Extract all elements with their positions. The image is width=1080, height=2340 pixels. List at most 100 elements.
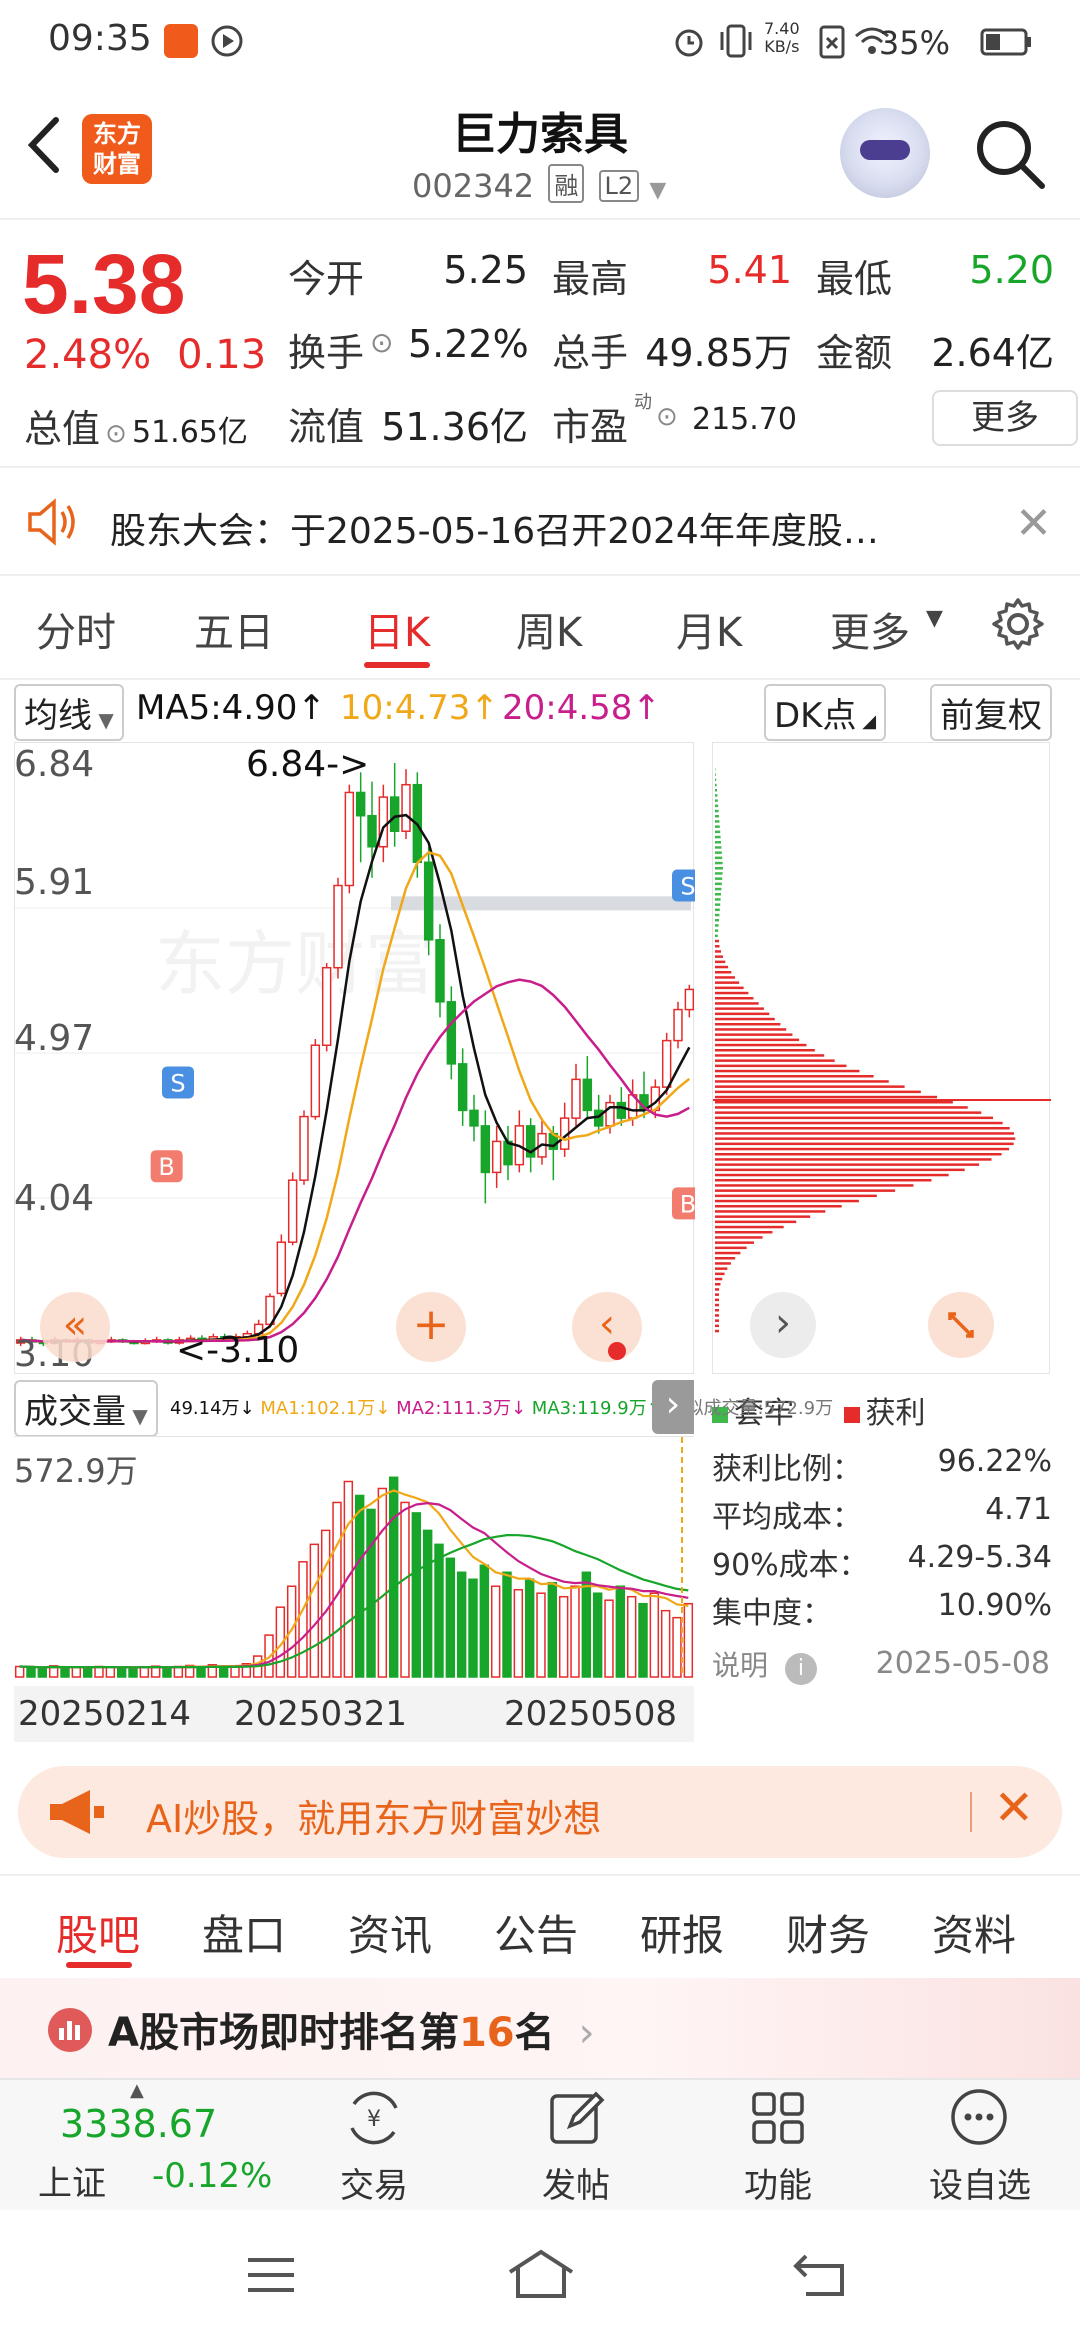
bottom-nav-item-1[interactable]: 发帖 bbox=[506, 2158, 646, 2207]
tab-0[interactable]: 分时 bbox=[36, 600, 116, 658]
chip-bar bbox=[715, 991, 749, 995]
chip-bar bbox=[715, 1132, 1014, 1135]
price-tick-3: 4.04 bbox=[14, 1178, 95, 1219]
more-tabs-triangle-icon: ▼ bbox=[926, 606, 943, 631]
zoom-in-icon[interactable]: + bbox=[396, 1292, 466, 1362]
turnover-info-icon[interactable]: ⊙ bbox=[370, 326, 393, 359]
chip-bar bbox=[715, 1220, 797, 1224]
gear-icon[interactable] bbox=[990, 596, 1046, 652]
close-icon[interactable]: ✕ bbox=[994, 1780, 1034, 1836]
volume-bar bbox=[626, 1595, 637, 1678]
candle-body bbox=[299, 1115, 309, 1181]
stat-label: 集中度： bbox=[712, 1596, 832, 1631]
chip-bar bbox=[715, 773, 716, 776]
ai-banner[interactable]: AI炒股，就用东方财富妙想 ✕ bbox=[18, 1766, 1062, 1858]
info-dots-icon[interactable]: ⊙ bbox=[105, 419, 127, 449]
clock: 09:35 bbox=[48, 18, 152, 59]
volume-label: 总手 bbox=[552, 331, 629, 375]
volume-max-label: 572.9万 bbox=[14, 1452, 138, 1490]
search-icon[interactable] bbox=[972, 116, 1048, 192]
chip-distribution[interactable] bbox=[712, 742, 1051, 1374]
back-nav-icon[interactable] bbox=[792, 2252, 852, 2298]
notice-bar[interactable]: 股东大会：于2025-05-16召开2024年年度股… ✕ bbox=[0, 466, 1080, 576]
assistant-avatar[interactable] bbox=[840, 108, 930, 198]
function-icon bbox=[748, 2088, 808, 2148]
expand-indicators-icon[interactable]: › bbox=[652, 1380, 694, 1434]
trade-mark-label-3: B bbox=[680, 1190, 695, 1218]
chip-bar bbox=[715, 851, 722, 854]
volume-bar bbox=[71, 1666, 82, 1678]
chip-bar bbox=[715, 1002, 759, 1005]
more-button[interactable]: 更多 bbox=[932, 390, 1078, 446]
menu-icon[interactable] bbox=[244, 2254, 298, 2296]
alarm-icon bbox=[672, 24, 706, 58]
chip-bar bbox=[715, 903, 721, 906]
kline-chart[interactable]: 东方财富 S B S B bbox=[14, 742, 695, 1374]
volume-current: 49.14万↓ bbox=[170, 1398, 255, 1419]
volume-bar bbox=[60, 1666, 70, 1678]
pe-dynamic-sup: 动 bbox=[634, 392, 652, 413]
volume-bar bbox=[502, 1571, 512, 1678]
index-value[interactable]: 3338.67 bbox=[60, 2102, 217, 2146]
tab-2[interactable]: 日K bbox=[364, 600, 430, 658]
bottom-tab-1[interactable]: 盘口 bbox=[202, 1902, 286, 1963]
chip-bar bbox=[715, 1023, 781, 1026]
volume-bar bbox=[547, 1581, 558, 1678]
bottom-tab-0[interactable]: 股吧 bbox=[56, 1902, 140, 1963]
volume-bar bbox=[26, 1666, 36, 1678]
bottom-tab-3[interactable]: 公告 bbox=[494, 1902, 578, 1963]
low-marker: <-3.10 bbox=[176, 1330, 300, 1371]
amount-value: 2.64亿 bbox=[931, 331, 1054, 375]
close-icon[interactable]: ✕ bbox=[1015, 498, 1052, 549]
bottom-nav-item-0[interactable]: 交易 bbox=[304, 2158, 444, 2207]
stock-code: 002342 bbox=[412, 167, 535, 205]
chip-bar bbox=[715, 804, 719, 808]
volume-bar bbox=[82, 1667, 93, 1678]
rank-number: 16 bbox=[458, 2010, 515, 2056]
chip-bar bbox=[715, 913, 720, 917]
explain-row[interactable]: 说明 i bbox=[712, 1644, 817, 1685]
chip-bar bbox=[715, 809, 719, 813]
scroll-left-icon[interactable]: ‹ bbox=[572, 1292, 642, 1362]
pe-info-icon[interactable]: ⊙ bbox=[656, 402, 678, 432]
expand-icon[interactable] bbox=[928, 1292, 994, 1358]
adjust-button[interactable]: 前复权 bbox=[930, 684, 1052, 741]
tab-1[interactable]: 五日 bbox=[194, 600, 274, 658]
tab-5[interactable]: 更多 bbox=[830, 600, 910, 658]
scroll-left-fast-icon[interactable]: « bbox=[40, 1292, 110, 1362]
home-icon[interactable] bbox=[506, 2248, 576, 2300]
chip-bar bbox=[715, 997, 754, 1000]
chip-bar bbox=[715, 783, 717, 787]
date-tick-end: 20250508 bbox=[504, 1694, 678, 1734]
chip-bar bbox=[715, 1064, 847, 1068]
chip-bar bbox=[715, 1163, 980, 1166]
volume-bar bbox=[615, 1585, 626, 1678]
bottom-nav-item-2[interactable]: 功能 bbox=[708, 2158, 848, 2207]
vibrate-icon bbox=[716, 22, 756, 60]
bottom-tab-4[interactable]: 研报 bbox=[640, 1902, 724, 1963]
bottom-tab-5[interactable]: 财务 bbox=[786, 1902, 870, 1963]
chip-bar bbox=[715, 882, 722, 886]
tab-4[interactable]: 月K bbox=[676, 600, 742, 658]
dk-point-button[interactable]: DK点 ◢ bbox=[764, 684, 887, 741]
candle-body bbox=[457, 1063, 468, 1112]
header-divider bbox=[0, 218, 1080, 220]
market-rank-bar[interactable]: A股市场即时排名第16名 › bbox=[0, 1978, 1080, 2078]
bottom-tab-2[interactable]: 资讯 bbox=[348, 1902, 432, 1963]
indicator-selector[interactable]: 均线 ▼ bbox=[14, 684, 124, 741]
tab-3[interactable]: 周K bbox=[516, 600, 582, 658]
volume-bar bbox=[468, 1578, 478, 1678]
chevron-right-icon[interactable]: › bbox=[750, 1292, 816, 1358]
date-tick-mid: 20250321 bbox=[234, 1694, 408, 1734]
bottom-nav-item-3[interactable]: 设自选 bbox=[910, 2158, 1050, 2207]
svg-text:¥: ¥ bbox=[367, 2107, 381, 2132]
chip-bar bbox=[715, 815, 719, 818]
chip-bar bbox=[715, 841, 721, 844]
chip-bar bbox=[715, 924, 719, 927]
bottom-tab-6[interactable]: 资料 bbox=[932, 1902, 1016, 1963]
trade-mark-label-2: S bbox=[680, 873, 695, 901]
chip-bar bbox=[715, 1043, 807, 1047]
stat-value: 4.71 bbox=[985, 1492, 1052, 1527]
volume-selector[interactable]: 成交量 ▼ bbox=[14, 1380, 158, 1437]
stock-code-row[interactable]: 002342 融 L2 ▼ bbox=[412, 164, 666, 205]
